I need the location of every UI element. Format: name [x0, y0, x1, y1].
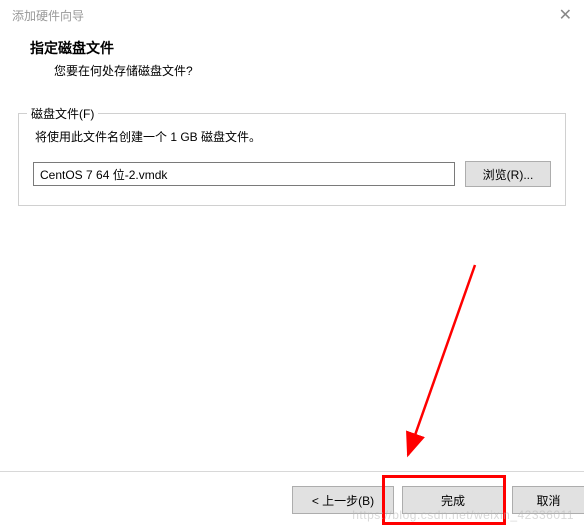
page-subheading: 您要在何处存储磁盘文件?: [30, 62, 554, 79]
wizard-buttons: < 上一步(B) 完成 取消: [292, 486, 584, 514]
browse-button[interactable]: 浏览(R)...: [465, 161, 551, 187]
group-description: 将使用此文件名创建一个 1 GB 磁盘文件。: [33, 128, 551, 145]
window-title: 添加硬件向导: [12, 7, 84, 24]
group-legend: 磁盘文件(F): [27, 105, 98, 122]
close-icon[interactable]: ✕: [559, 5, 572, 25]
back-button[interactable]: < 上一步(B): [292, 486, 394, 514]
separator: [0, 471, 584, 472]
page-heading: 指定磁盘文件: [30, 38, 554, 58]
annotation-arrow: [380, 260, 500, 480]
titlebar: 添加硬件向导 ✕: [0, 0, 584, 30]
cancel-button[interactable]: 取消: [512, 486, 584, 514]
file-row: 浏览(R)...: [33, 161, 551, 187]
wizard-header: 指定磁盘文件 您要在何处存储磁盘文件?: [0, 30, 584, 95]
finish-button[interactable]: 完成: [402, 486, 504, 514]
disk-file-group: 磁盘文件(F) 将使用此文件名创建一个 1 GB 磁盘文件。 浏览(R)...: [18, 113, 566, 206]
disk-file-input[interactable]: [33, 162, 455, 186]
